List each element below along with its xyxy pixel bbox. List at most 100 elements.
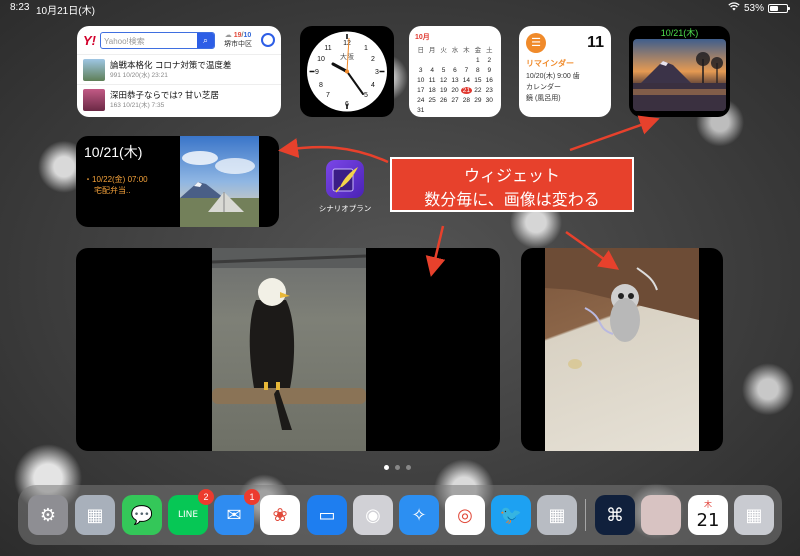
calendar-day: 8	[476, 67, 480, 74]
clock-face-icon: 12123 4567 891011 大阪	[307, 31, 387, 112]
calendar-day: 29	[474, 97, 482, 104]
calendar-month: 10月	[415, 34, 430, 41]
page-dot[interactable]	[384, 465, 389, 470]
yahoo-search-box[interactable]: Yahoo!検索 ⌕	[100, 31, 215, 49]
list-icon: ☰	[526, 33, 546, 53]
calendar-day	[461, 57, 472, 64]
calendar-day: 25	[428, 97, 436, 104]
status-right: 53%	[728, 2, 790, 14]
news-item[interactable]: 深田恭子ならでは? 甘い芝居 163 10/21(木) 7:35	[77, 84, 281, 114]
calendar-day: 28	[462, 97, 471, 104]
news-meta: 163 10/21(木) 7:35	[110, 101, 165, 109]
dog-photo	[545, 248, 699, 451]
refresh-icon[interactable]	[261, 33, 275, 47]
utilities-folder-icon[interactable]: ▦	[75, 495, 115, 535]
annotation-callout: ウィジェット 数分毎に、画像は変わる	[390, 157, 634, 212]
status-date: 10月21日(木)	[36, 6, 95, 17]
yahoo-widget[interactable]: Y! Yahoo!検索 ⌕ ☁ 19/10 堺市中区 論戦本格化 コロナ対策で温…	[77, 26, 281, 117]
app-label: シナリオプラン	[318, 204, 372, 213]
news-meta: 991 10/20(水) 23:21	[110, 71, 168, 79]
calendar-day	[449, 107, 460, 114]
calendar-day: 6	[453, 67, 457, 74]
app-glyph: 💬	[130, 504, 154, 526]
yahoo-logo: Y!	[83, 32, 96, 48]
calendar-widget[interactable]: 10月 日月火水木金土 1 2 3 4 5 6 7 8 9 10 11 12 13 14 15 16 17 18 19…	[409, 26, 501, 117]
photo-widget-medium[interactable]	[521, 248, 723, 451]
event-item: ・10/22(金) 07:00 宅配弁当..	[84, 174, 148, 196]
weather-summary[interactable]: ☁ 19/10 堺市中区	[219, 31, 257, 49]
svg-text:4: 4	[371, 82, 375, 89]
app-glyph: ▦	[86, 504, 104, 526]
mount-fuji-sunset-photo	[633, 39, 726, 111]
cloud-icon: ☁	[224, 32, 232, 39]
callout-subtitle: 数分毎に、画像は変わる	[424, 190, 600, 209]
svg-text:12: 12	[343, 40, 351, 47]
news-title: 深田恭子ならでは? 甘い芝居	[110, 89, 219, 100]
widget-date: 10/21(木)	[84, 144, 143, 160]
svg-text:10: 10	[317, 56, 325, 63]
status-time: 8:23	[10, 2, 30, 13]
calendar-weekday: 土	[486, 47, 493, 54]
safari-app-icon[interactable]: ✧	[399, 495, 439, 535]
temp-low: 10	[243, 32, 252, 39]
scenario-plan-app[interactable]: シナリオプラン	[314, 160, 376, 214]
calendar-day: 27	[451, 97, 459, 104]
calendar-day: 1	[476, 57, 480, 64]
event-time: ・10/22(金) 07:00	[84, 175, 148, 184]
search-icon[interactable]: ⌕	[197, 32, 214, 48]
photo-widget-small[interactable]: 10/21(木)	[629, 26, 730, 117]
calendar-day: 17	[417, 87, 425, 94]
app-glyph: ❀	[272, 504, 288, 526]
calendar-day	[415, 57, 426, 64]
mail-app-icon[interactable]: ✉ 1	[214, 489, 260, 535]
app-library-icon[interactable]: ▦	[734, 495, 774, 535]
calendar-day: 3	[418, 67, 423, 74]
photo-widget-large[interactable]	[76, 248, 500, 451]
yahoo-search-input[interactable]: Yahoo!検索	[101, 33, 197, 48]
calendar-day: 15	[474, 77, 482, 84]
line-app-icon[interactable]: LINE 2	[168, 489, 214, 535]
app-glyph: ◎	[457, 504, 473, 526]
page-dot[interactable]	[395, 465, 400, 470]
calendar-day: 20	[451, 87, 459, 94]
photos-app-icon[interactable]: ❀	[260, 495, 300, 535]
camera-app-icon[interactable]: ◉	[353, 495, 393, 535]
app-glyph: ▭	[318, 504, 336, 526]
calendar-day: 10	[417, 77, 425, 84]
app-glyph: 木 21	[688, 495, 728, 535]
twitter-app-icon[interactable]: 🐦	[491, 495, 531, 535]
svg-text:7: 7	[326, 92, 330, 99]
temp-high: 19	[233, 32, 242, 39]
chrome-app-icon[interactable]: ◎	[445, 495, 485, 535]
calendar-day	[484, 107, 495, 114]
date-photo-widget[interactable]: 10/21(木) ・10/22(金) 07:00 宅配弁当..	[76, 136, 279, 227]
news-thumbnail	[83, 88, 105, 111]
calendar-day	[438, 57, 449, 64]
messages-app-icon[interactable]: 💬	[122, 495, 162, 535]
page-indicator[interactable]	[384, 465, 411, 470]
calendar-day-number: 21	[696, 510, 720, 531]
calendar-app-icon[interactable]: 木 21	[688, 495, 728, 535]
photo-contact-app-icon[interactable]	[641, 495, 681, 535]
calendar-day: 31	[417, 107, 425, 114]
news-item[interactable]: 論戦本格化 コロナ対策で温度差 991 10/20(水) 23:21	[77, 54, 281, 84]
calendar-day: 18	[428, 87, 436, 94]
calendar-day: 24	[417, 97, 425, 104]
fingerprint-app-icon[interactable]: ⌘	[595, 495, 635, 535]
clock-widget[interactable]: 12 1 2 3 4567 8 9 10 11 大阪	[300, 26, 394, 117]
reminders-widget[interactable]: ☰ 11 リマインダー 10/20(木) 9:00 歯 カレンダー 鏡 (風呂用…	[519, 26, 611, 117]
svg-text:8: 8	[319, 82, 323, 89]
settings-app-icon[interactable]: ⚙	[28, 495, 68, 535]
calendar-day: 16	[485, 77, 493, 84]
calendar-grid: 日月火水木金土 1 2 3 4 5 6 7 8 9 10 11 12 13 14 15 16 17 18 19 20 21…	[415, 44, 495, 114]
svg-text:9: 9	[315, 69, 319, 76]
calendar-day: 12	[439, 77, 448, 84]
calendar-day: 9	[487, 67, 492, 74]
app-glyph: 🐦	[499, 504, 523, 526]
folder-icon[interactable]: ▦	[537, 495, 577, 535]
dock-separator	[585, 499, 586, 531]
files-app-icon[interactable]: ▭	[307, 495, 347, 535]
news-thumbnail	[83, 58, 105, 81]
page-dot[interactable]	[406, 465, 411, 470]
calendar-day: 13	[451, 77, 459, 84]
